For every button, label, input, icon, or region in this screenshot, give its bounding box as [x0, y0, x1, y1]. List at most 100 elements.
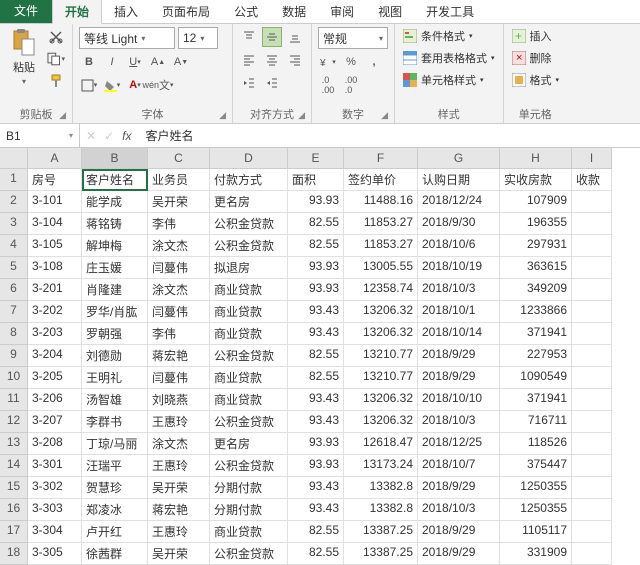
paste-button[interactable]: 粘贴 ▾	[6, 27, 42, 88]
cell[interactable]: 13206.32	[344, 323, 418, 345]
cell[interactable]: 349209	[500, 279, 572, 301]
cell[interactable]: 拟退房	[210, 257, 288, 279]
fx-icon[interactable]: fx	[122, 129, 131, 143]
decrease-decimal-button[interactable]: .00.0	[341, 75, 361, 95]
cell[interactable]: 收款	[572, 169, 612, 191]
cell[interactable]: 2018/10/14	[418, 323, 500, 345]
cell[interactable]: 93.93	[288, 191, 344, 213]
cell[interactable]: 汪瑞平	[82, 455, 148, 477]
cell[interactable]: 2018/10/3	[418, 499, 500, 521]
cell[interactable]: 公积金贷款	[210, 235, 288, 257]
number-format-select[interactable]: 常规▾	[318, 27, 388, 49]
cell[interactable]: 3-207	[28, 411, 82, 433]
comma-button[interactable]: ,	[364, 52, 384, 72]
tab-view[interactable]: 视图	[366, 0, 414, 23]
cell[interactable]: 13206.32	[344, 411, 418, 433]
cell[interactable]: 涂文杰	[148, 279, 210, 301]
cell[interactable]: 能学成	[82, 191, 148, 213]
cell[interactable]: 公积金贷款	[210, 455, 288, 477]
cell[interactable]: 3-208	[28, 433, 82, 455]
cell[interactable]: 3-305	[28, 543, 82, 565]
cell[interactable]: 贺慧珍	[82, 477, 148, 499]
cell[interactable]	[572, 213, 612, 235]
cell[interactable]	[572, 499, 612, 521]
row-header[interactable]: 10	[0, 367, 28, 389]
col-header[interactable]: D	[210, 148, 288, 169]
cell[interactable]: 庄玉媛	[82, 257, 148, 279]
align-top-button[interactable]	[239, 27, 259, 47]
underline-button[interactable]: U▾	[125, 52, 145, 72]
insert-cells-button[interactable]: +插入	[510, 27, 562, 45]
cell[interactable]: 93.43	[288, 477, 344, 499]
tab-layout[interactable]: 页面布局	[150, 0, 222, 23]
cell[interactable]: 李伟	[148, 213, 210, 235]
cell[interactable]: 肖隆建	[82, 279, 148, 301]
cell[interactable]: 3-201	[28, 279, 82, 301]
align-bottom-button[interactable]	[285, 27, 305, 47]
cell[interactable]: 闫蔓伟	[148, 301, 210, 323]
cell[interactable]: 2018/10/19	[418, 257, 500, 279]
row-header[interactable]: 13	[0, 433, 28, 455]
cell[interactable]: 商业贷款	[210, 389, 288, 411]
cell[interactable]: 93.93	[288, 257, 344, 279]
cell[interactable]: 93.93	[288, 455, 344, 477]
cell[interactable]: 11853.27	[344, 213, 418, 235]
cell[interactable]: 2018/9/29	[418, 367, 500, 389]
percent-button[interactable]: %	[341, 52, 361, 72]
cell[interactable]: 331909	[500, 543, 572, 565]
align-center-button[interactable]	[262, 50, 282, 70]
cell[interactable]: 82.55	[288, 213, 344, 235]
cell[interactable]: 公积金贷款	[210, 411, 288, 433]
cell[interactable]: 196355	[500, 213, 572, 235]
formula-input[interactable]: 客户姓名	[137, 124, 640, 147]
cell[interactable]: 93.43	[288, 389, 344, 411]
cell[interactable]: 1105117	[500, 521, 572, 543]
cell[interactable]: 商业贷款	[210, 367, 288, 389]
cell[interactable]: 罗朝强	[82, 323, 148, 345]
col-header[interactable]: B	[82, 148, 148, 169]
cell[interactable]: 蒋宏艳	[148, 345, 210, 367]
font-size-select[interactable]: 12▾	[178, 27, 218, 49]
cell[interactable]: 2018/10/1	[418, 301, 500, 323]
cell[interactable]: 1250355	[500, 477, 572, 499]
cell[interactable]	[572, 235, 612, 257]
align-middle-button[interactable]	[262, 27, 282, 47]
enter-formula-icon[interactable]: ✓	[104, 129, 114, 143]
cell[interactable]	[572, 345, 612, 367]
cell[interactable]: 93.93	[288, 433, 344, 455]
cell[interactable]: 蒋铭铸	[82, 213, 148, 235]
cell[interactable]: 82.55	[288, 367, 344, 389]
cell[interactable]: 商业贷款	[210, 301, 288, 323]
row-header[interactable]: 17	[0, 521, 28, 543]
cell[interactable]: 涂文杰	[148, 235, 210, 257]
cell[interactable]: 吴开荣	[148, 543, 210, 565]
cell[interactable]: 82.55	[288, 235, 344, 257]
col-header[interactable]: A	[28, 148, 82, 169]
delete-cells-button[interactable]: ×删除	[510, 49, 562, 67]
tab-review[interactable]: 审阅	[318, 0, 366, 23]
cell[interactable]: 2018/9/29	[418, 345, 500, 367]
cell[interactable]: 罗华/肖肱	[82, 301, 148, 323]
cell[interactable]: 3-203	[28, 323, 82, 345]
increase-font-button[interactable]: A▲	[148, 52, 168, 72]
cell[interactable]: 363615	[500, 257, 572, 279]
align-left-button[interactable]	[239, 50, 259, 70]
cell[interactable]: 375447	[500, 455, 572, 477]
decrease-font-button[interactable]: A▼	[171, 52, 191, 72]
cell[interactable]	[572, 411, 612, 433]
cell[interactable]: 更名房	[210, 191, 288, 213]
cell[interactable]: 2018/9/29	[418, 543, 500, 565]
cell[interactable]: 13206.32	[344, 389, 418, 411]
cell[interactable]: 13382.8	[344, 477, 418, 499]
cell[interactable]: 12618.47	[344, 433, 418, 455]
cell[interactable]: 93.93	[288, 279, 344, 301]
cell[interactable]: 3-101	[28, 191, 82, 213]
cell[interactable]	[572, 367, 612, 389]
currency-button[interactable]: ¥▾	[318, 52, 338, 72]
cell[interactable]: 13005.55	[344, 257, 418, 279]
cell[interactable]: 2018/10/3	[418, 411, 500, 433]
cell[interactable]: 蒋宏艳	[148, 499, 210, 521]
cell[interactable]: 更名房	[210, 433, 288, 455]
cell[interactable]: 13387.25	[344, 543, 418, 565]
cut-button[interactable]	[46, 27, 66, 47]
